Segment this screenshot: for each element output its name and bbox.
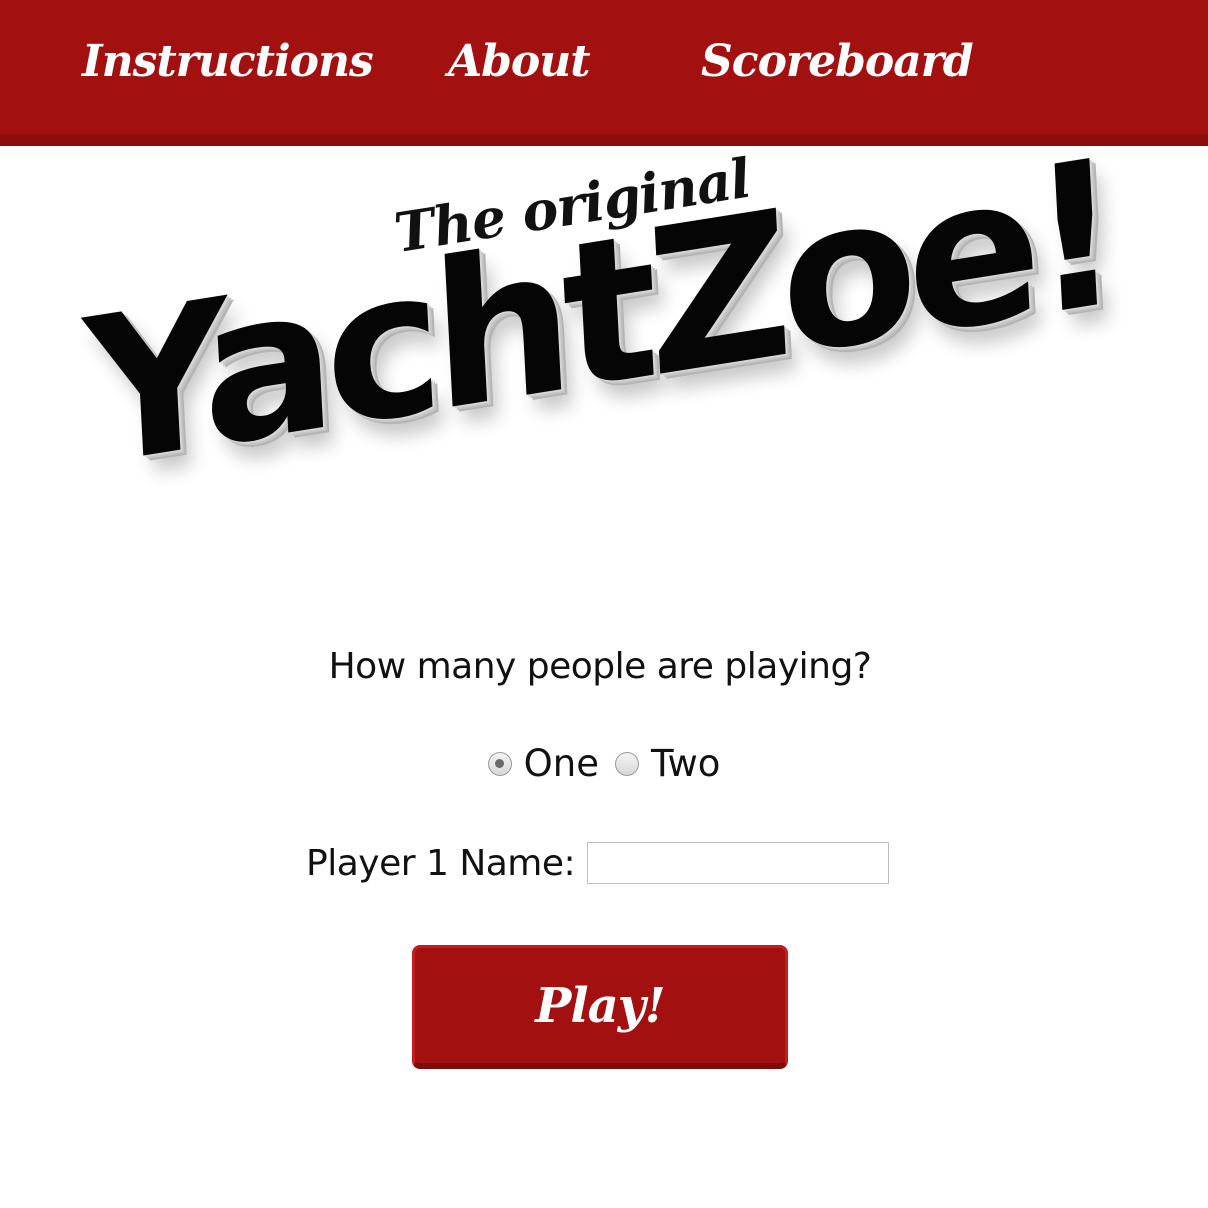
- player-name-row: Player 1 Name:: [306, 842, 890, 884]
- radio-option-two[interactable]: Two: [614, 742, 721, 785]
- nav-instructions-link[interactable]: Instructions: [82, 36, 374, 87]
- radio-option-one[interactable]: One: [487, 742, 599, 785]
- player-name-input[interactable]: [587, 842, 890, 884]
- play-button[interactable]: Play!: [412, 945, 788, 1069]
- player-count-question: How many people are playing?: [328, 646, 872, 687]
- nav-about-link[interactable]: About: [448, 36, 591, 87]
- player-count-options: One Two: [0, 742, 1208, 785]
- logo: The original YachtZoe!: [0, 116, 1208, 626]
- radio-one[interactable]: [487, 751, 512, 776]
- radio-one-label: One: [523, 742, 599, 785]
- player-name-label: Player 1 Name:: [306, 842, 576, 884]
- radio-two-label: Two: [650, 742, 721, 785]
- radio-two[interactable]: [614, 751, 639, 776]
- nav-scoreboard-link[interactable]: Scoreboard: [701, 36, 974, 87]
- top-nav: Instructions About Scoreboard: [0, 0, 1208, 146]
